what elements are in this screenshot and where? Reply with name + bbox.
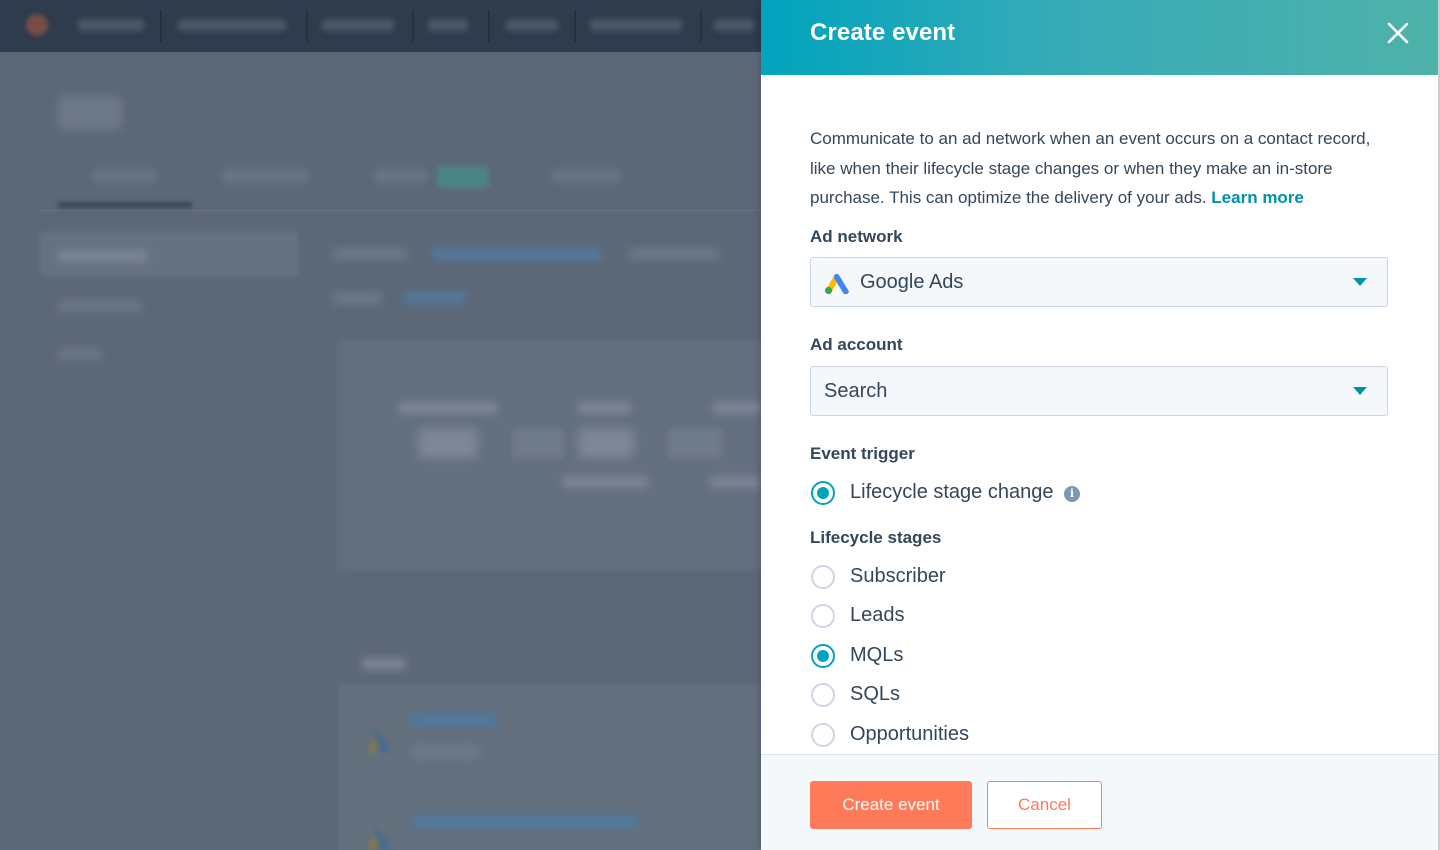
close-icon [1387,22,1409,44]
create-event-button[interactable]: Create event [810,781,972,829]
campaign-name-blurred [412,714,498,726]
nav-divider [700,10,702,42]
tab-blurred [374,170,428,182]
metric-pill-blurred [512,428,564,458]
ad-network-select[interactable]: Google Ads [810,257,1388,307]
radio-button[interactable] [811,723,835,747]
metric-pill-blurred [668,428,722,458]
campaign-status-blurred [412,746,480,758]
google-ads-row-icon [362,822,396,850]
sidebar-item-blurred [58,348,102,360]
radio-label: Lifecycle stage change [850,481,1054,503]
radio-button[interactable] [811,683,835,707]
hubspot-logo-icon [26,14,48,36]
campaign-name-blurred [412,816,638,828]
radio-label: SQLs [850,683,901,705]
ad-network-label: Ad network [810,227,903,246]
nav-item [428,19,468,31]
ad-account-select[interactable]: Search [810,366,1388,416]
panel-footer: Create event Cancel [761,754,1438,850]
filter-blurred [332,292,382,304]
filter-blurred [332,248,408,260]
panel-title: Create event [810,19,956,46]
ad-account-label: Ad account [810,335,903,354]
filter-blurred [404,292,466,304]
radio-label: Leads [850,604,905,626]
panel-description: Communicate to an ad network when an eve… [810,124,1390,213]
radio-leads[interactable]: Leads [810,601,930,631]
metric-label-blurred [398,402,498,414]
metric-sub-blurred [710,476,760,488]
nav-item [78,19,144,31]
radio-mqls[interactable]: MQLs [810,641,930,671]
nav-item [322,19,394,31]
tab-rule [40,210,760,211]
tab-blurred [222,170,310,182]
radio-opportunities[interactable]: Opportunities [810,720,990,750]
nav-item [590,19,682,31]
radio-label: Subscriber [850,565,946,587]
google-ads-row-icon [362,724,396,754]
nav-item [714,19,754,31]
metric-label-blurred [578,402,632,414]
sidebar-item-blurred [58,250,148,262]
nav-divider [160,10,162,42]
info-icon[interactable]: i [1064,486,1080,502]
radio-button[interactable] [811,644,835,668]
nav-divider [574,10,576,42]
google-ads-icon [824,273,849,295]
filter-blurred [432,248,602,260]
ad-account-value: Search [824,380,888,402]
sidebar-item-blurred [58,300,142,312]
tab-blurred [552,170,622,182]
new-badge-blurred [437,166,489,188]
filter-blurred [628,248,720,260]
lifecycle-stages-label: Lifecycle stages [810,528,942,547]
metric-sub-blurred [562,476,648,488]
radio-sqls[interactable]: SQLs [810,680,930,710]
nav-item [178,19,286,31]
metric-value-blurred [418,428,478,458]
panel-header: Create event [761,0,1438,75]
radio-lifecycle-stage-change[interactable]: Lifecycle stage change i [810,478,1090,508]
metric-value-blurred [578,428,634,458]
nav-divider [412,10,414,42]
event-trigger-label: Event trigger [810,444,915,463]
page-title-blurred [58,96,122,130]
cancel-button[interactable]: Cancel [987,781,1102,829]
radio-button[interactable] [811,604,835,628]
nav-divider [488,10,490,42]
chevron-down-icon [1353,387,1367,395]
create-event-panel: Create event Communicate to an ad networ… [761,0,1438,850]
ad-network-value: Google Ads [860,271,964,293]
radio-label: MQLs [850,644,904,666]
close-button[interactable] [1381,16,1415,50]
chevron-down-icon [1353,278,1367,286]
radio-button[interactable] [811,481,835,505]
radio-button[interactable] [811,565,835,589]
learn-more-link[interactable]: Learn more [1211,188,1304,207]
nav-item [506,19,558,31]
radio-subscriber[interactable]: Subscriber [810,562,970,592]
tab-blurred [92,170,158,182]
nav-divider [306,10,308,42]
metric-label-blurred [712,402,762,414]
table-column-blurred [362,658,406,670]
active-tab-underline [58,202,192,208]
radio-label: Opportunities [850,723,969,745]
